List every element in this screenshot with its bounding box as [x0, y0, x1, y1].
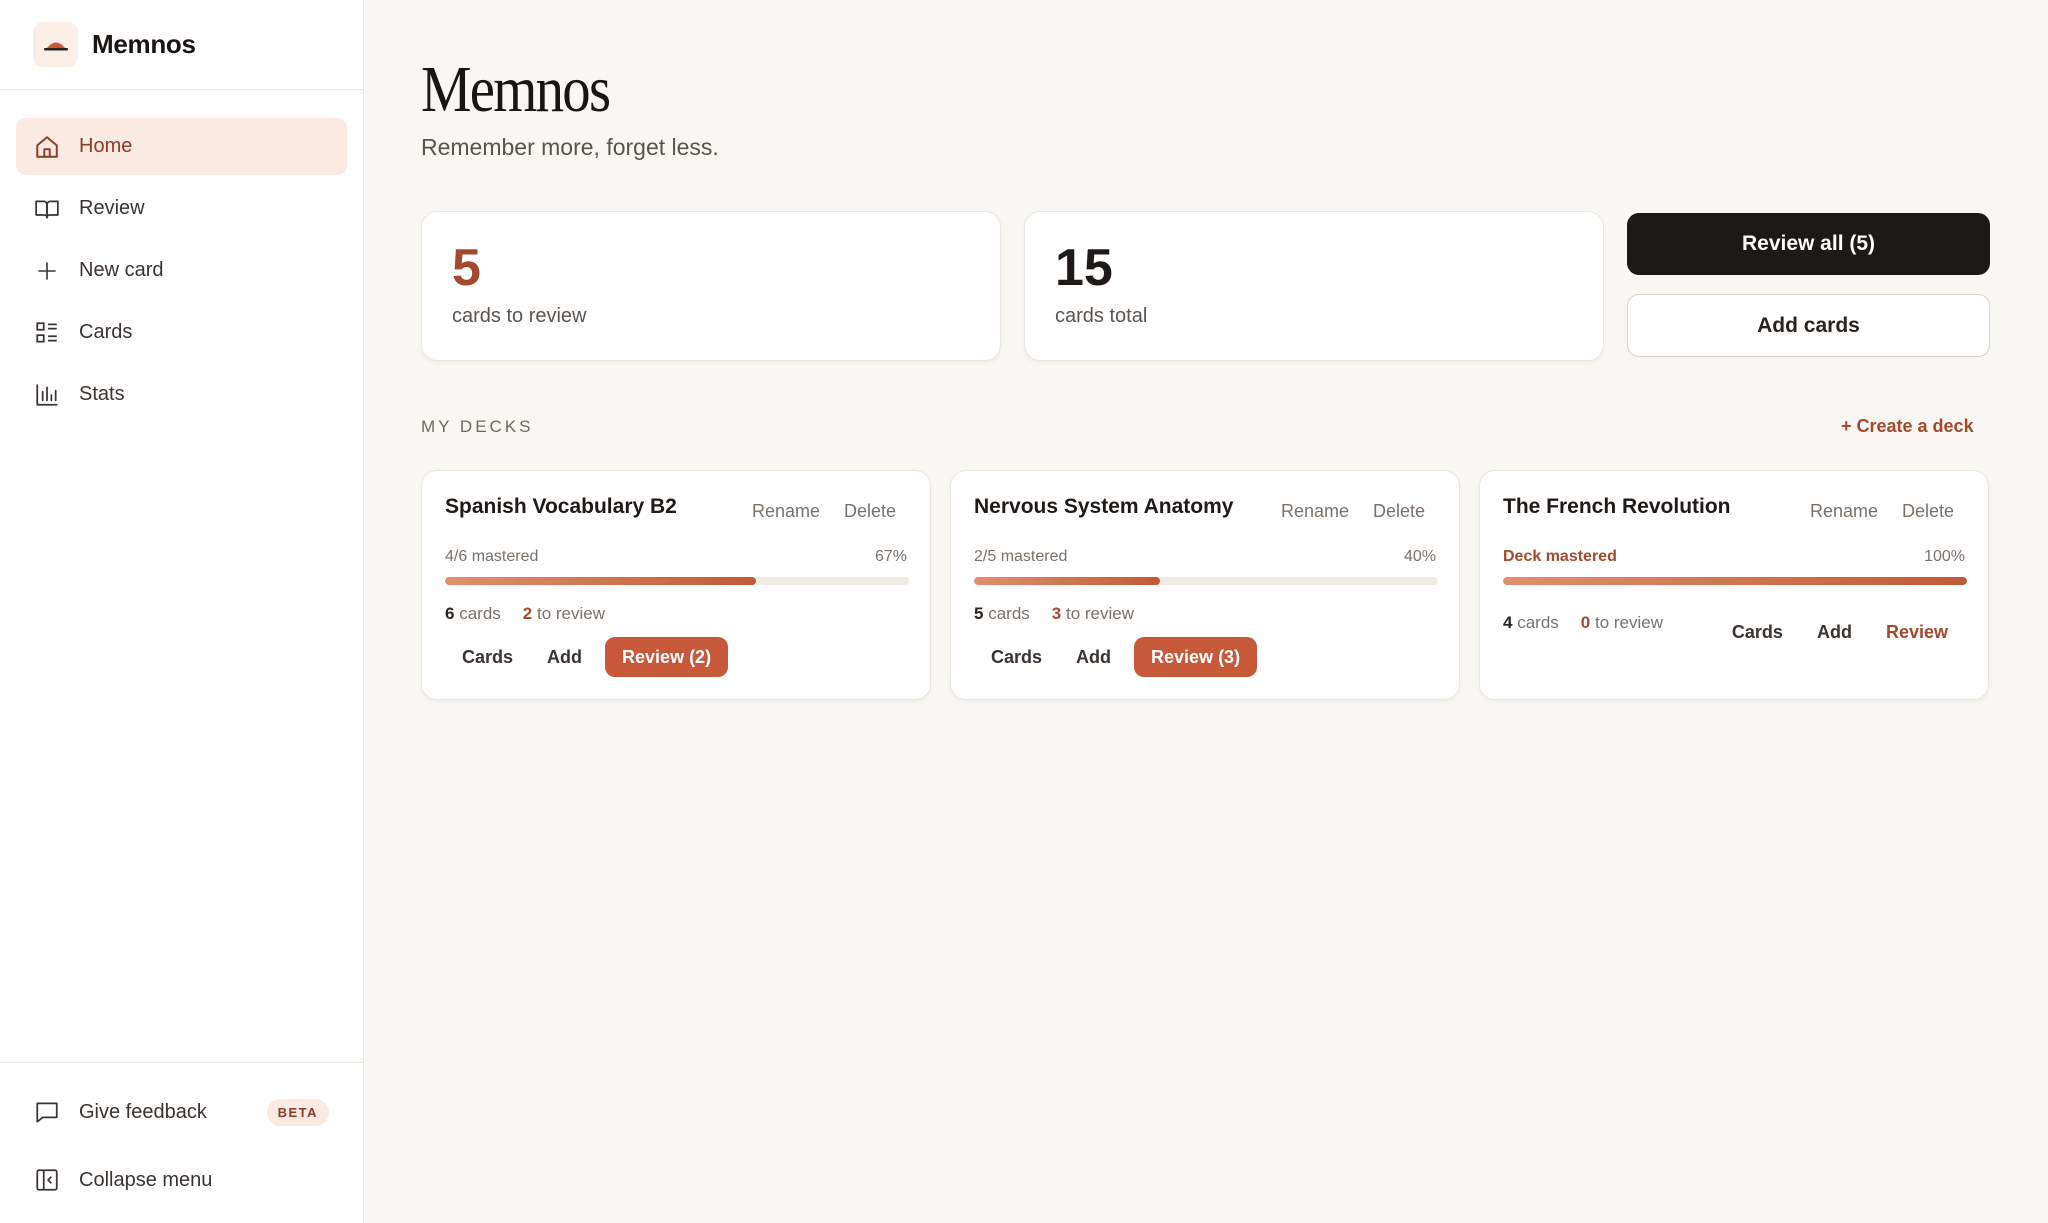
my-decks-heading: MY DECKS — [421, 417, 534, 436]
deck-mastered-text: Deck mastered — [1503, 548, 1617, 565]
deck-cards-suffix: cards — [1517, 613, 1559, 632]
deck-actions: Cards Add Review — [1715, 614, 1965, 651]
deck-title: Spanish Vocabulary B2 — [445, 495, 677, 518]
deck-progress-bar — [1503, 577, 1967, 585]
deck-card: The French Revolution Rename Delete Deck… — [1479, 470, 1989, 700]
bar-chart-icon — [33, 381, 61, 409]
deck-review-button[interactable]: Review (2) — [605, 637, 729, 677]
add-cards-button[interactable]: Add cards — [1627, 294, 1990, 357]
deck-cards-count: 5 — [974, 604, 984, 623]
deck-title: Nervous System Anatomy — [974, 495, 1234, 518]
collapse-menu-button[interactable]: Collapse menu — [16, 1149, 347, 1211]
home-icon — [33, 133, 61, 161]
deck-actions: Cards Add Review (3) — [974, 637, 1258, 677]
plus-icon — [33, 257, 61, 285]
deck-cards-count: 4 — [1503, 613, 1513, 632]
deck-progress-bar — [445, 577, 909, 585]
review-all-button[interactable]: Review all (5) — [1627, 213, 1990, 275]
stat-label: cards to review — [452, 305, 587, 328]
deck-review-button[interactable]: Review (3) — [1134, 637, 1258, 677]
deck-percent: 100% — [1924, 548, 1965, 565]
sidebar-item-label: New card — [79, 259, 164, 281]
sidebar-item-cards[interactable]: Cards — [16, 304, 347, 361]
deck-cards-button[interactable]: Cards — [1715, 614, 1800, 651]
deck-progress-fill — [974, 577, 1160, 585]
create-deck-link[interactable]: + Create a deck — [1841, 416, 1974, 437]
rename-deck-button[interactable]: Rename — [1810, 501, 1878, 522]
stat-value: 15 — [1055, 239, 1113, 297]
deck-review-suffix: to review — [536, 604, 606, 623]
page-title: Memnos — [421, 53, 611, 126]
collapse-sidebar-icon — [33, 1166, 61, 1194]
deck-actions: Cards Add Review (2) — [445, 637, 729, 677]
deck-cards-button[interactable]: Cards — [974, 639, 1059, 676]
rename-deck-button[interactable]: Rename — [1281, 501, 1349, 522]
deck-review-button[interactable]: Review — [1869, 614, 1965, 651]
sidebar-item-label: Home — [79, 135, 133, 157]
deck-counts: 6 cards 2 to review — [445, 604, 605, 624]
deck-review-count: 0 — [1580, 613, 1591, 632]
deck-progress-fill — [445, 577, 756, 585]
deck-add-button[interactable]: Add — [1059, 639, 1128, 676]
deck-progress-bar — [974, 577, 1438, 585]
sidebar-item-label: Stats — [79, 383, 125, 405]
deck-cards-suffix: cards — [459, 604, 501, 623]
deck-cards-button[interactable]: Cards — [445, 639, 530, 676]
sidebar-item-label: Review — [79, 197, 145, 219]
sidebar-item-label: Cards — [79, 321, 133, 343]
stat-value: 5 — [452, 239, 481, 297]
deck-percent: 40% — [1403, 548, 1436, 565]
page-subtitle: Remember more, forget less. — [421, 134, 719, 160]
deck-add-button[interactable]: Add — [530, 639, 599, 676]
deck-progress-fill — [1503, 577, 1967, 585]
book-icon — [33, 195, 61, 223]
cards-to-review-stat: 5 cards to review — [421, 211, 1001, 361]
brand-name: Memnos — [92, 29, 196, 59]
beta-badge: BETA — [266, 1098, 329, 1126]
brand[interactable]: Memnos — [0, 0, 363, 90]
deck-counts: 4 cards 0 to review — [1503, 613, 1663, 633]
rename-deck-button[interactable]: Rename — [752, 501, 820, 522]
collapse-menu-label: Collapse menu — [79, 1168, 213, 1191]
give-feedback-button[interactable]: Give feedback BETA — [16, 1081, 347, 1143]
list-icon — [33, 319, 61, 347]
deck-card: Nervous System Anatomy Rename Delete 2/5… — [950, 470, 1460, 700]
deck-title: The French Revolution — [1503, 495, 1731, 518]
sidebar-nav: Home Review New card Cards Stats — [0, 90, 363, 423]
delete-deck-button[interactable]: Delete — [1902, 501, 1954, 522]
deck-mastered-text: 2/5 mastered — [974, 548, 1068, 565]
cards-total-stat: 15 cards total — [1024, 211, 1604, 361]
sidebar-footer: Give feedback BETA Collapse menu — [0, 1062, 363, 1223]
chat-icon — [33, 1098, 61, 1126]
deck-review-count: 2 — [522, 604, 533, 623]
sidebar: Memnos Home Review New card Cards Stats … — [0, 0, 364, 1223]
delete-deck-button[interactable]: Delete — [844, 501, 896, 522]
deck-counts: 5 cards 3 to review — [974, 604, 1134, 624]
sidebar-item-new-card[interactable]: New card — [16, 242, 347, 299]
deck-add-button[interactable]: Add — [1800, 614, 1869, 651]
give-feedback-label: Give feedback — [79, 1100, 207, 1123]
deck-cards-suffix: cards — [988, 604, 1030, 623]
sidebar-item-stats[interactable]: Stats — [16, 366, 347, 423]
deck-review-count: 3 — [1051, 604, 1062, 623]
sidebar-item-review[interactable]: Review — [16, 180, 347, 237]
logo-icon — [33, 22, 78, 67]
deck-review-suffix: to review — [1065, 604, 1135, 623]
deck-cards-count: 6 — [445, 604, 455, 623]
sidebar-item-home[interactable]: Home — [16, 118, 347, 175]
deck-review-suffix: to review — [1594, 613, 1664, 632]
delete-deck-button[interactable]: Delete — [1373, 501, 1425, 522]
deck-card: Spanish Vocabulary B2 Rename Delete 4/6 … — [421, 470, 931, 700]
stat-label: cards total — [1055, 305, 1148, 328]
deck-mastered-text: 4/6 mastered — [445, 548, 539, 565]
deck-percent: 67% — [874, 548, 907, 565]
